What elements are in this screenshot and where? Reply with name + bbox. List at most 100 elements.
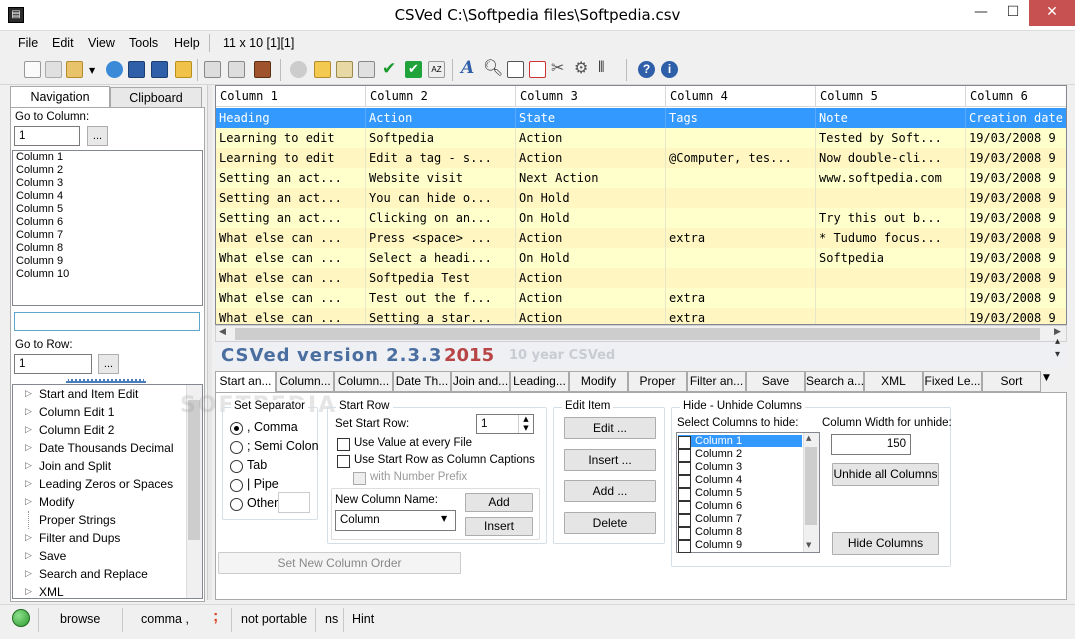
table-cell[interactable] <box>666 128 816 148</box>
column-header[interactable]: Column 1 <box>216 86 366 107</box>
column-header[interactable]: Column 4 <box>666 86 816 107</box>
hide-column-item[interactable]: Column 1 <box>678 435 802 449</box>
table-cell[interactable]: Press <space> ... <box>366 228 516 248</box>
import-icon[interactable] <box>228 61 245 78</box>
tab-date-thousands[interactable]: Date Th... <box>393 371 451 392</box>
hide-column-item[interactable]: Column 8 <box>678 526 802 540</box>
table-cell[interactable]: Tested by Soft... <box>816 128 966 148</box>
tree-item[interactable]: Column Edit 2 <box>13 421 202 439</box>
table-cell[interactable]: www.softpedia.com <box>816 168 966 188</box>
table-cell[interactable] <box>816 188 966 208</box>
list-item[interactable]: Column 10 <box>13 268 202 281</box>
hide-column-item[interactable]: Column 7 <box>678 513 802 527</box>
table-cell[interactable]: You can hide o... <box>366 188 516 208</box>
tree-item[interactable]: Column Edit 1 <box>13 403 202 421</box>
table-cell[interactable]: What else can ... <box>216 248 366 268</box>
new-column-select[interactable]: Column <box>335 510 456 531</box>
table-row[interactable]: What else can ... Softpedia Test Action 19/… <box>216 268 1066 288</box>
tree-scrollbar-thumb[interactable] <box>188 400 200 540</box>
table-cell[interactable]: Tags <box>666 108 816 128</box>
delete-item-button[interactable]: Delete <box>564 512 656 534</box>
table-cell[interactable]: 19/03/2008 9 <box>966 208 1066 228</box>
table-cell[interactable]: 19/03/2008 9 <box>966 288 1066 308</box>
tab-start-and-item-edit[interactable]: Start an... <box>215 371 276 392</box>
table-cell[interactable]: 19/03/2008 9 <box>966 128 1066 148</box>
column-header[interactable]: Column 5 <box>816 86 966 107</box>
data-grid[interactable]: Column 1 Column 2 Column 3 Column 4 Colu… <box>215 85 1067 325</box>
list-item[interactable]: Column 1 <box>13 151 202 164</box>
settings-icon[interactable]: ⚙ <box>574 58 588 77</box>
tab-filter-and-dups[interactable]: Filter an... <box>687 371 746 392</box>
table-cell[interactable] <box>666 268 816 288</box>
table-cell[interactable]: 19/03/2008 9 <box>966 148 1066 168</box>
open-folder-icon[interactable] <box>66 61 83 78</box>
table-cell[interactable] <box>666 248 816 268</box>
tree-item[interactable]: Date Thousands Decimal <box>13 439 202 457</box>
check-green-icon[interactable]: ✔ <box>405 61 422 78</box>
table-cell[interactable]: What else can ... <box>216 288 366 308</box>
replace-icon[interactable] <box>358 61 375 78</box>
menu-help[interactable]: Help <box>174 36 200 50</box>
table-cell[interactable]: 19/03/2008 9 <box>966 308 1066 324</box>
hide-column-item[interactable]: Column 2 <box>678 448 802 462</box>
maximize-button[interactable]: ☐ <box>997 0 1029 26</box>
table-cell[interactable]: Website visit <box>366 168 516 188</box>
table-cell[interactable]: 19/03/2008 9 <box>966 268 1066 288</box>
tab-navigation[interactable]: Navigation <box>10 86 110 108</box>
table-cell[interactable] <box>666 188 816 208</box>
table-cell[interactable]: What else can ... <box>216 228 366 248</box>
goto-row-input[interactable]: 1 <box>14 354 92 374</box>
table-cell[interactable]: Select a headi... <box>366 248 516 268</box>
tree-item[interactable]: Proper Strings <box>13 511 202 529</box>
table-cell[interactable]: Setting a star... <box>366 308 516 324</box>
tree-item[interactable]: Start and Item Edit <box>13 385 202 403</box>
save-as-icon[interactable] <box>151 61 168 78</box>
table-cell[interactable]: Setting an act... <box>216 168 366 188</box>
help-icon[interactable]: ? <box>638 61 655 78</box>
splitter-handle[interactable] <box>66 379 146 383</box>
chevron-down-icon[interactable]: ▼ <box>89 66 95 75</box>
tab-join-and-split[interactable]: Join and... <box>451 371 510 392</box>
table-cell[interactable]: Action <box>516 228 666 248</box>
hide-columns-button[interactable]: Hide Columns <box>832 532 939 555</box>
table-cell[interactable] <box>666 168 816 188</box>
tree-item[interactable]: XML <box>13 583 202 601</box>
list-item[interactable]: Column 7 <box>13 229 202 242</box>
scroll-down-icon[interactable]: ▼ <box>806 541 811 549</box>
table-row[interactable]: Heading Action State Tags Note Creation date <box>216 108 1066 128</box>
table-cell[interactable]: @Computer, tes... <box>666 148 816 168</box>
radio-tab[interactable]: Tab <box>230 458 267 473</box>
table-cell[interactable]: Heading <box>216 108 366 128</box>
table-cell[interactable]: 19/03/2008 9 <box>966 188 1066 208</box>
table-row[interactable]: What else can ... Test out the f... Action… <box>216 288 1066 308</box>
table-cell[interactable] <box>816 288 966 308</box>
split-icon[interactable]: ⦀ <box>598 58 605 76</box>
table-cell[interactable] <box>816 308 966 324</box>
tree-item[interactable]: Search and Replace <box>13 565 202 583</box>
table-cell[interactable]: Edit a tag - s... <box>366 148 516 168</box>
tree-item[interactable]: Join and Split <box>13 457 202 475</box>
table-cell[interactable]: extra <box>666 228 816 248</box>
tab-column-edit-2[interactable]: Column... <box>334 371 393 392</box>
paste-icon[interactable] <box>314 61 331 78</box>
sort-az-icon[interactable]: AZ <box>428 61 445 78</box>
table-cell[interactable]: Softpedia <box>366 128 516 148</box>
list-item[interactable]: Column 2 <box>13 164 202 177</box>
list-item[interactable]: Column 9 <box>13 255 202 268</box>
table-cell[interactable]: Learning to edit <box>216 148 366 168</box>
tree-item[interactable]: Leading Zeros or Spaces <box>13 475 202 493</box>
table-cell[interactable]: 19/03/2008 9 <box>966 248 1066 268</box>
table-cell[interactable]: Try this out b... <box>816 208 966 228</box>
table-cell[interactable]: Now double-cli... <box>816 148 966 168</box>
columns-icon[interactable] <box>507 61 524 78</box>
tab-column-edit-1[interactable]: Column... <box>276 371 334 392</box>
table-cell[interactable] <box>816 268 966 288</box>
table-cell[interactable]: Softpedia Test <box>366 268 516 288</box>
goto-column-input[interactable]: 1 <box>14 126 80 146</box>
add-item-button[interactable]: Add ... <box>564 480 656 502</box>
close-button[interactable]: ✕ <box>1029 0 1075 26</box>
edit-item-button[interactable]: Edit ... <box>564 417 656 439</box>
hide-column-item[interactable]: Column 6 <box>678 500 802 514</box>
radio-semicolon[interactable]: ; Semi Colon <box>230 439 319 454</box>
table-row[interactable]: Learning to edit Edit a tag - s... Action @… <box>216 148 1066 168</box>
